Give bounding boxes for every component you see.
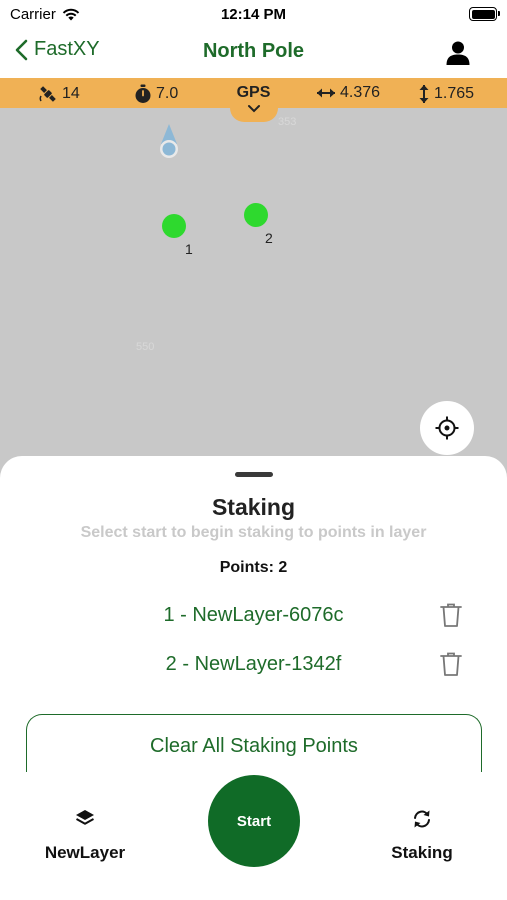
horizontal-accuracy-value: 4.376 [340, 84, 381, 101]
current-location-icon [160, 124, 178, 158]
chevron-left-icon [15, 39, 28, 60]
sheet-grabber[interactable] [235, 472, 273, 477]
vertical-arrows-icon [419, 85, 429, 103]
vertical-accuracy: 1.765 [418, 84, 474, 104]
profile-button[interactable] [445, 40, 471, 66]
map-grid-label: 353 [278, 116, 297, 128]
delete-point-button[interactable] [440, 602, 462, 628]
battery-icon [469, 7, 500, 21]
map-point-label: 1 [185, 241, 193, 257]
chevron-down-icon [248, 105, 260, 113]
points-count: Points: 2 [219, 559, 288, 576]
map-grid-label: 550 [136, 341, 155, 353]
bottom-toolbar: NewLayer Start Staking [0, 772, 507, 900]
list-item: 1 - NewLayer-6076c [0, 596, 507, 636]
status-bar: Carrier 12:14 PM [0, 0, 507, 28]
refresh-icon [414, 810, 430, 828]
clear-all-label: Clear All Staking Points [150, 735, 358, 757]
start-button-label: Start [236, 812, 272, 830]
delete-point-button[interactable] [440, 651, 462, 677]
staking-mode-label: Staking [391, 843, 453, 862]
map-point-label: 2 [265, 230, 273, 246]
staking-mode-button[interactable]: Staking [362, 808, 482, 863]
trash-icon [440, 652, 462, 676]
staking-point-label[interactable]: 1 - NewLayer-6076c [0, 604, 507, 627]
layer-button-label: NewLayer [44, 843, 126, 862]
list-item: 2 - NewLayer-1342f [0, 645, 507, 685]
map-point-1[interactable] [162, 214, 186, 238]
status-time: 12:14 PM [220, 6, 287, 23]
sheet-subtitle: Select start to begin staking to points … [80, 524, 427, 541]
start-button[interactable]: Start [208, 775, 300, 867]
map-point-2[interactable] [244, 203, 268, 227]
navigation-bar: FastXY North Pole [0, 28, 507, 78]
clear-all-button[interactable]: Clear All Staking Points [26, 714, 482, 776]
layer-button[interactable]: NewLayer [25, 808, 145, 863]
back-button[interactable]: FastXY [14, 38, 100, 61]
recenter-button[interactable] [420, 401, 474, 455]
back-button-label: FastXY [34, 38, 100, 60]
crosshair-icon [435, 416, 459, 440]
map-view[interactable]: 353 550 1 2 [0, 108, 507, 468]
horizontal-accuracy: 4.376 [316, 84, 380, 102]
layers-icon [76, 810, 94, 825]
staking-point-label[interactable]: 2 - NewLayer-1342f [0, 653, 507, 676]
user-icon [446, 41, 470, 65]
horizontal-arrows-icon [317, 88, 335, 98]
trash-icon [440, 603, 462, 627]
vertical-accuracy-value: 1.765 [434, 85, 475, 102]
gps-expand-tab[interactable] [230, 104, 278, 122]
sheet-title: Staking [211, 494, 296, 520]
